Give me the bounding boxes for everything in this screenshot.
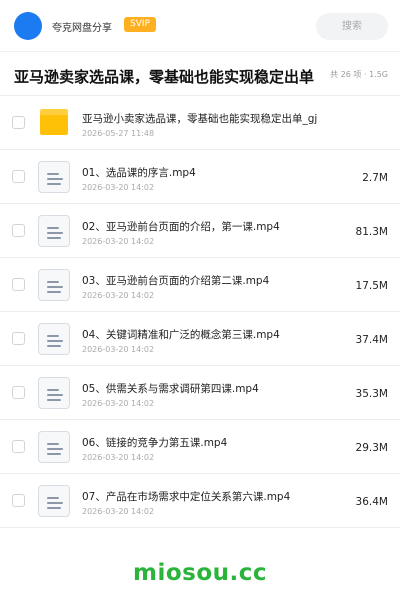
file-name: 05、供需关系与需求调研第四课.mp4 bbox=[82, 383, 259, 395]
file-date: 2026-03-20 14:02 bbox=[82, 345, 155, 354]
page-title: 亚马逊卖家选品课，零基础也能实现稳定出单 bbox=[14, 68, 315, 86]
file-date: 2026-03-20 14:02 bbox=[82, 453, 155, 462]
video-file-icon bbox=[38, 161, 70, 193]
file-date: 2026-03-20 14:02 bbox=[82, 183, 155, 192]
file-name: 04、关键词精准和广泛的概念第三课.mp4 bbox=[82, 329, 280, 341]
checkbox[interactable] bbox=[12, 170, 25, 183]
share-title-bar: 亚马逊卖家选品课，零基础也能实现稳定出单 共 26 项 · 1.5G bbox=[0, 52, 400, 96]
file-name: 07、产品在市场需求中定位关系第六课.mp4 bbox=[82, 491, 291, 503]
file-name: 06、链接的竞争力第五课.mp4 bbox=[82, 437, 228, 449]
video-file-icon bbox=[38, 485, 70, 517]
file-date: 2026-03-20 14:02 bbox=[82, 237, 155, 246]
video-file-icon bbox=[38, 323, 70, 355]
video-file-icon bbox=[38, 215, 70, 247]
checkbox[interactable] bbox=[12, 224, 25, 237]
file-date: 2026-03-20 14:02 bbox=[82, 507, 155, 516]
file-name: 01、选品课的序言.mp4 bbox=[82, 167, 196, 179]
file-name: 02、亚马逊前台页面的介绍，第一课.mp4 bbox=[82, 221, 280, 233]
checkbox[interactable] bbox=[12, 440, 25, 453]
list-item-folder[interactable]: 亚马逊小卖家选品课，零基础也能实现稳定出单_gj 2026-05-27 11:4… bbox=[0, 96, 400, 150]
list-item[interactable]: 01、选品课的序言.mp4 2026-03-20 14:02 2.7M bbox=[0, 150, 400, 204]
watermark: miosou.cc bbox=[132, 560, 268, 586]
list-item[interactable]: 06、链接的竞争力第五课.mp4 2026-03-20 14:02 29.3M bbox=[0, 420, 400, 474]
list-item[interactable]: 02、亚马逊前台页面的介绍，第一课.mp4 2026-03-20 14:02 8… bbox=[0, 204, 400, 258]
checkbox[interactable] bbox=[12, 278, 25, 291]
checkbox[interactable] bbox=[12, 386, 25, 399]
video-file-icon bbox=[38, 431, 70, 463]
list-item[interactable]: 03、亚马逊前台页面的介绍第二课.mp4 2026-03-20 14:02 17… bbox=[0, 258, 400, 312]
file-name: 亚马逊小卖家选品课，零基础也能实现稳定出单_gj bbox=[82, 113, 318, 125]
file-name: 03、亚马逊前台页面的介绍第二课.mp4 bbox=[82, 275, 270, 287]
checkbox[interactable] bbox=[12, 116, 25, 129]
video-file-icon bbox=[38, 269, 70, 301]
file-list: 亚马逊小卖家选品课，零基础也能实现稳定出单_gj 2026-05-27 11:4… bbox=[0, 96, 400, 528]
file-date: 2026-03-20 14:02 bbox=[82, 399, 155, 408]
svip-badge: SVIP bbox=[124, 17, 156, 32]
file-size: 2.7M bbox=[362, 172, 388, 184]
file-date: 2026-03-20 14:02 bbox=[82, 291, 155, 300]
file-date: 2026-05-27 11:48 bbox=[82, 129, 155, 138]
checkbox[interactable] bbox=[12, 494, 25, 507]
file-size: 36.4M bbox=[355, 496, 388, 508]
video-file-icon bbox=[38, 377, 70, 409]
checkbox[interactable] bbox=[12, 332, 25, 345]
avatar[interactable] bbox=[14, 12, 42, 40]
search-button[interactable]: 搜索 bbox=[316, 13, 388, 40]
file-size: 17.5M bbox=[355, 280, 388, 292]
file-size: 81.3M bbox=[355, 226, 388, 238]
user-name: 夸克网盘分享 bbox=[52, 23, 112, 34]
folder-icon bbox=[40, 109, 68, 135]
file-size: 35.3M bbox=[355, 388, 388, 400]
share-meta: 共 26 项 · 1.5G bbox=[330, 70, 388, 79]
list-item[interactable]: 04、关键词精准和广泛的概念第三课.mp4 2026-03-20 14:02 3… bbox=[0, 312, 400, 366]
list-item[interactable]: 07、产品在市场需求中定位关系第六课.mp4 2026-03-20 14:02 … bbox=[0, 474, 400, 528]
file-size: 29.3M bbox=[355, 442, 388, 454]
file-size: 37.4M bbox=[355, 334, 388, 346]
list-item[interactable]: 05、供需关系与需求调研第四课.mp4 2026-03-20 14:02 35.… bbox=[0, 366, 400, 420]
app-header: 夸克网盘分享 SVIP 搜索 bbox=[0, 0, 400, 52]
